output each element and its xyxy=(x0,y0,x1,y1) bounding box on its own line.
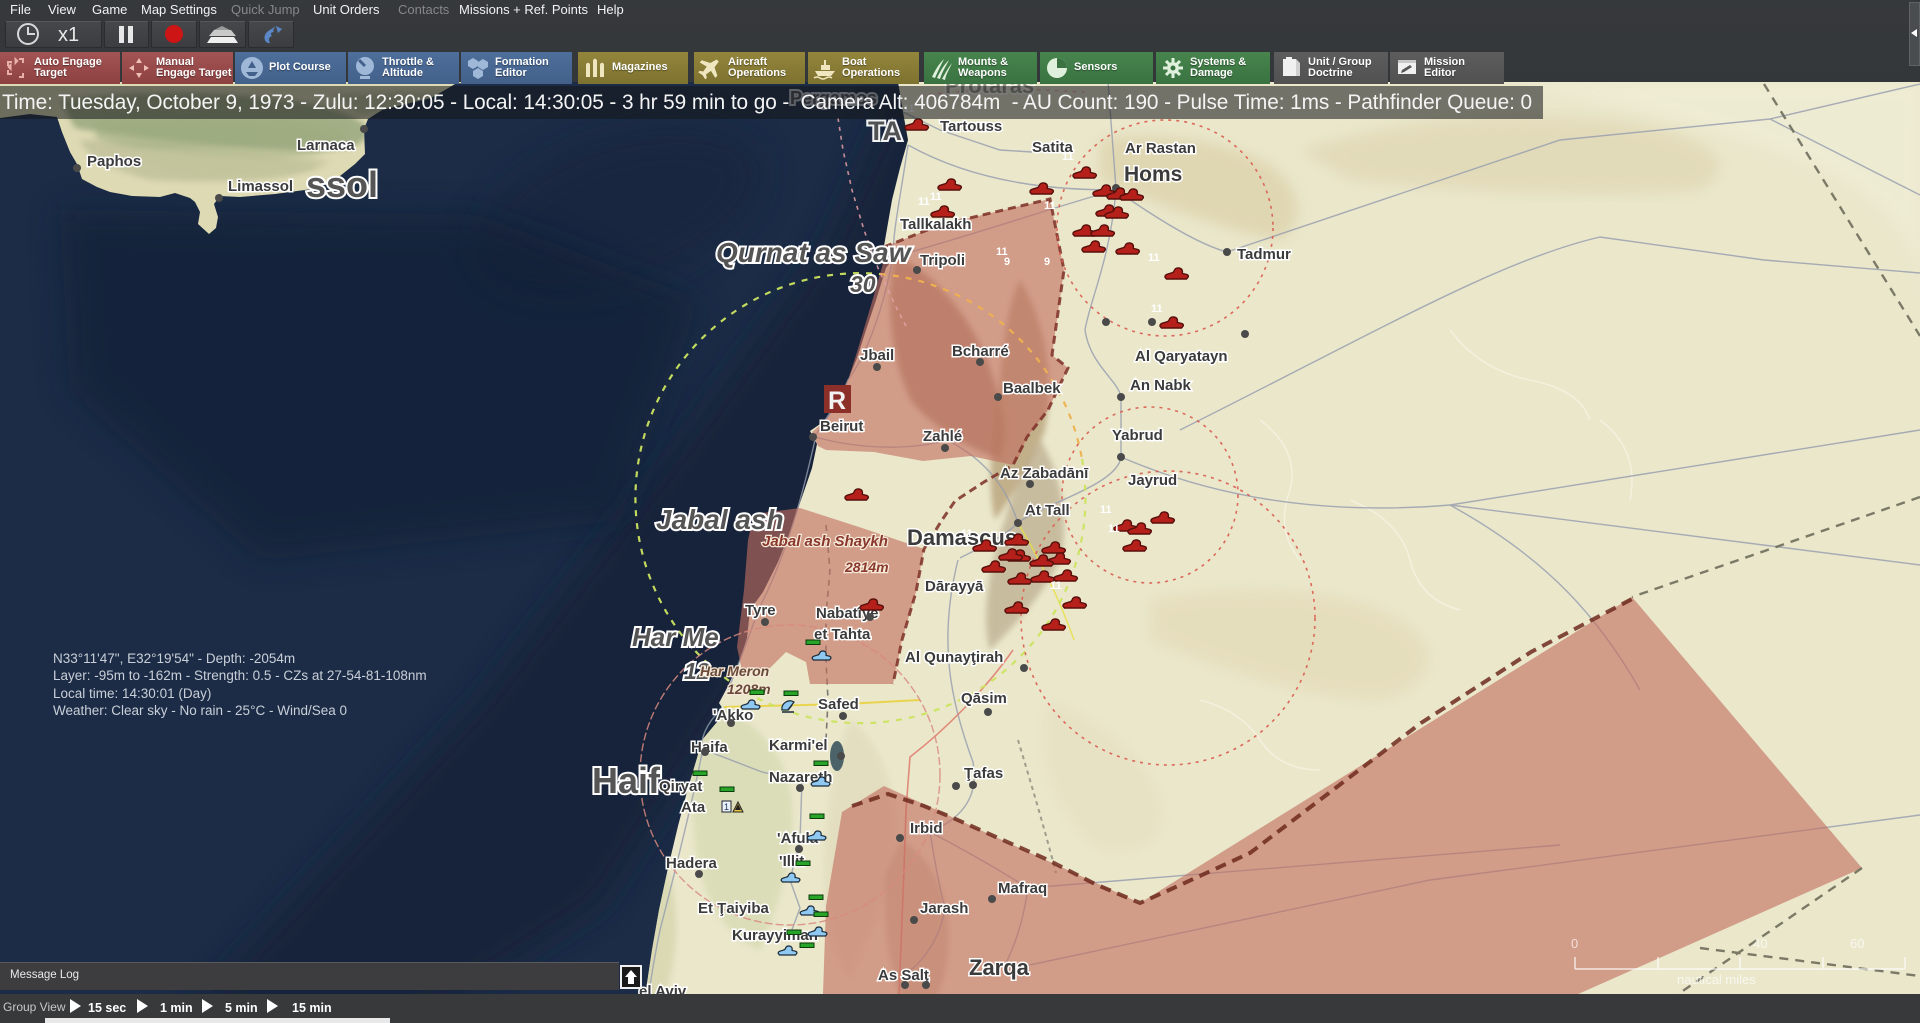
svg-text:nautical miles: nautical miles xyxy=(1677,972,1756,987)
svg-text:Beirut: Beirut xyxy=(820,418,863,435)
svg-text:Haif: Haif xyxy=(592,760,661,801)
svg-text:An Nabk: An Nabk xyxy=(1130,377,1192,394)
svg-text:ssol: ssol xyxy=(306,164,378,205)
svg-text:Jayrud: Jayrud xyxy=(1128,472,1177,489)
svg-text:Yabrud: Yabrud xyxy=(1112,427,1163,444)
svg-text:Ata: Ata xyxy=(681,799,706,816)
svg-text:11: 11 xyxy=(1050,580,1062,592)
svg-text:9: 9 xyxy=(1044,256,1050,268)
svg-text:Mafraq: Mafraq xyxy=(998,880,1047,897)
svg-text:Safed: Safed xyxy=(818,696,859,713)
svg-text:Jbail: Jbail xyxy=(860,347,894,364)
svg-text:30: 30 xyxy=(850,271,876,297)
svg-text:Al Qaryatayn: Al Qaryatayn xyxy=(1135,348,1228,365)
svg-text:11: 11 xyxy=(918,196,930,208)
svg-text:0: 0 xyxy=(1571,936,1578,951)
svg-text:11: 11 xyxy=(930,191,942,203)
svg-text:Zarqa: Zarqa xyxy=(969,955,1030,980)
svg-text:Baalbek: Baalbek xyxy=(1003,380,1061,397)
svg-text:Limassol: Limassol xyxy=(228,178,293,195)
svg-text:40: 40 xyxy=(1753,936,1767,951)
svg-text:Kurayyiman: Kurayyiman xyxy=(732,927,818,944)
svg-text:Har Meron: Har Meron xyxy=(700,663,769,679)
svg-text:Har Me: Har Me xyxy=(632,622,719,652)
svg-text:Tyre: Tyre xyxy=(745,602,776,619)
svg-text:11: 11 xyxy=(1108,523,1120,535)
svg-text:60: 60 xyxy=(1850,936,1864,951)
svg-text:11: 11 xyxy=(1062,151,1074,163)
svg-text:Qāsim: Qāsim xyxy=(961,690,1007,707)
svg-text:Tallkalakh: Tallkalakh xyxy=(900,216,971,233)
svg-text:Karmi'el: Karmi'el xyxy=(769,737,828,754)
svg-text:1: 1 xyxy=(724,802,729,812)
svg-text:Zahlé: Zahlé xyxy=(923,428,962,445)
svg-text:11: 11 xyxy=(1151,303,1163,315)
svg-text:Ar Rastan: Ar Rastan xyxy=(1125,140,1196,157)
svg-text:Tripoli: Tripoli xyxy=(920,252,965,269)
svg-text:Qurnat as Saw: Qurnat as Saw xyxy=(716,237,913,268)
svg-text:Tartouss: Tartouss xyxy=(940,118,1002,135)
svg-text:R: R xyxy=(828,387,846,415)
svg-text:Jabal ash Shaykh: Jabal ash Shaykh xyxy=(762,533,888,550)
svg-text:11: 11 xyxy=(1148,252,1160,264)
svg-text:Et Ţaiyiba: Et Ţaiyiba xyxy=(698,900,770,917)
svg-text:Ţafas: Ţafas xyxy=(964,765,1003,782)
svg-text:11: 11 xyxy=(961,528,973,540)
svg-text:et Tahta: et Tahta xyxy=(814,626,871,643)
svg-text:Hadera: Hadera xyxy=(666,855,718,872)
svg-text:Qiryat: Qiryat xyxy=(659,778,702,795)
svg-text:x1: x1 xyxy=(58,24,79,46)
svg-text:Larnaca: Larnaca xyxy=(297,137,355,154)
svg-text:Haifa: Haifa xyxy=(691,739,728,756)
svg-text:Paphos: Paphos xyxy=(87,153,141,170)
svg-text:Al Qunayţirah: Al Qunayţirah xyxy=(905,649,1003,666)
svg-text:Jarash: Jarash xyxy=(920,900,968,917)
svg-text:Irbid: Irbid xyxy=(910,820,943,837)
svg-text:At Tall: At Tall xyxy=(1025,502,1070,519)
svg-text:TA: TA xyxy=(868,116,902,146)
svg-text:Homs: Homs xyxy=(1124,163,1182,186)
svg-text:Bcharré: Bcharré xyxy=(952,343,1009,360)
svg-text:Jabal ash: Jabal ash xyxy=(656,504,784,535)
svg-text:Dārayyā: Dārayyā xyxy=(925,578,984,595)
svg-text:9: 9 xyxy=(1004,256,1010,268)
svg-text:Az Zabadānī: Az Zabadānī xyxy=(1000,465,1089,482)
svg-text:11: 11 xyxy=(1044,200,1056,212)
svg-text:11: 11 xyxy=(1100,504,1112,516)
svg-text:2814m: 2814m xyxy=(844,559,889,575)
svg-text:Tadmur: Tadmur xyxy=(1237,246,1291,263)
